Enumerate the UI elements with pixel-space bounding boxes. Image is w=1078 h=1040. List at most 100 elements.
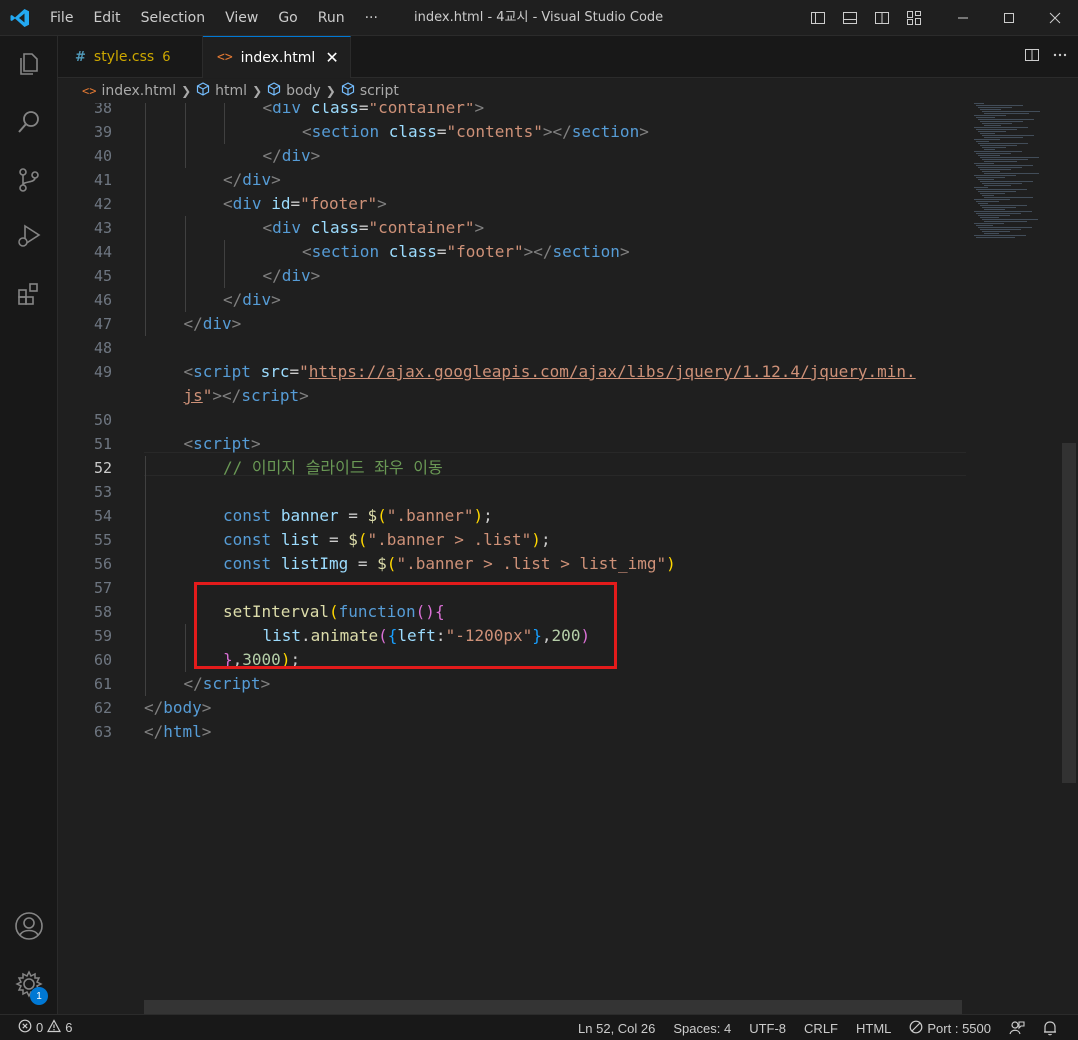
code-token: < <box>183 434 194 453</box>
code-token: section <box>311 242 380 261</box>
code-token: listImg <box>280 554 349 573</box>
code-token: $ <box>367 506 378 525</box>
source-control-icon[interactable] <box>0 156 58 204</box>
breadcrumb-item-script[interactable]: script <box>341 82 399 100</box>
split-editor-icon[interactable] <box>1024 47 1040 67</box>
minimap-line <box>978 131 1006 132</box>
minimap-line <box>982 231 1010 232</box>
code-token: ) <box>473 506 484 525</box>
indentation[interactable]: Spaces: 4 <box>664 1021 740 1036</box>
code-line: <section class="contents"></section> <box>302 120 649 144</box>
code-token: class <box>388 122 437 141</box>
code-token: ></ <box>523 242 553 261</box>
breadcrumb-item-html[interactable]: html <box>196 82 247 100</box>
more-actions-icon[interactable] <box>1052 47 1068 67</box>
code-token: js <box>183 386 203 405</box>
minimap[interactable] <box>972 103 1062 243</box>
minimap-line <box>976 225 993 226</box>
tab-style-css[interactable]: # style.css 6 <box>58 36 203 78</box>
chevron-right-icon: ❯ <box>181 84 192 98</box>
explorer-icon[interactable] <box>0 40 58 88</box>
minimap-line <box>978 179 994 180</box>
minimap-line <box>984 125 1001 126</box>
minimap-line <box>978 119 1034 120</box>
run-and-debug-icon[interactable] <box>0 212 58 260</box>
code-token: < <box>183 362 194 381</box>
code-token: = <box>338 506 368 525</box>
code-token: "container" <box>368 218 475 237</box>
breadcrumb-item-file[interactable]: <> index.html <box>82 83 176 99</box>
line-number: 44 <box>93 243 112 261</box>
line-number: 42 <box>93 195 112 213</box>
code-token: $ <box>377 554 387 573</box>
language-mode[interactable]: HTML <box>847 1021 900 1036</box>
menu-view[interactable]: View <box>215 0 268 36</box>
minimap-line <box>980 145 1017 146</box>
menu-go[interactable]: Go <box>268 0 307 36</box>
code-token: > <box>260 674 271 693</box>
toggle-secondary-sidebar-icon[interactable] <box>866 0 898 36</box>
customize-layout-icon[interactable] <box>898 0 930 36</box>
window-title: index.html - 4교시 - Visual Studio Code <box>414 10 664 25</box>
code-editor[interactable]: 38 39 40 41 42 43 44 45 46 47 48 49 50 51 52 53 54 55 56 57… <box>58 103 1078 1014</box>
code-token: script <box>202 674 261 693</box>
code-token: > <box>271 290 281 309</box>
code-token: body <box>163 698 202 717</box>
code-token: div <box>272 218 302 237</box>
close-tab-icon[interactable]: ✕ <box>325 48 338 67</box>
encoding[interactable]: UTF-8 <box>740 1021 795 1036</box>
minimize-icon[interactable] <box>940 0 986 36</box>
minimap-line <box>984 233 999 234</box>
notifications-bell-icon[interactable] <box>1034 1020 1066 1036</box>
accounts-icon[interactable] <box>0 902 58 950</box>
code-line: </div> <box>263 144 321 168</box>
horizontal-scrollbar[interactable] <box>144 1000 962 1014</box>
minimap-line <box>974 175 1016 176</box>
activity-bar: 1 <box>0 36 58 1014</box>
vertical-scrollbar[interactable] <box>1062 443 1076 783</box>
code-token: section <box>552 242 620 261</box>
menu-selection[interactable]: Selection <box>131 0 216 36</box>
symbol-cube-icon <box>196 82 210 100</box>
problems-indicator[interactable]: 0 6 <box>0 1019 72 1036</box>
code-token: "footer" <box>446 242 524 261</box>
toggle-panel-icon[interactable] <box>834 0 866 36</box>
chevron-right-icon: ❯ <box>252 84 263 98</box>
toggle-primary-sidebar-icon[interactable] <box>802 0 834 36</box>
minimap-line <box>982 207 1016 208</box>
minimap-line <box>984 221 1027 222</box>
close-window-icon[interactable] <box>1032 0 1078 36</box>
minimap-line <box>980 133 995 134</box>
menu-edit[interactable]: Edit <box>83 0 130 36</box>
feedback-icon[interactable] <box>1000 1020 1034 1036</box>
code-area[interactable]: < div class = "container" > <section class="c… <box>144 103 1024 1014</box>
menu-bar: File Edit Selection View Go Run ··· <box>40 0 388 36</box>
code-line: <script src="https://ajax.googleapis.com… <box>184 360 916 384</box>
extensions-icon[interactable] <box>0 270 58 318</box>
code-token: "footer" <box>300 194 378 213</box>
minimap-line <box>974 115 1006 116</box>
indent-guide <box>145 456 146 696</box>
menu-more[interactable]: ··· <box>355 0 388 36</box>
end-of-line[interactable]: CRLF <box>795 1021 847 1036</box>
breadcrumb-item-body[interactable]: body <box>267 82 321 100</box>
code-token: banner <box>280 506 339 525</box>
line-number: 54 <box>93 507 112 525</box>
code-line: </body> <box>144 696 211 720</box>
tab-index-html[interactable]: <> index.html ✕ <box>203 36 351 78</box>
cursor-position[interactable]: Ln 52, Col 26 <box>569 1021 664 1036</box>
menu-run[interactable]: Run <box>308 0 355 36</box>
live-server-port[interactable]: Port : 5500 <box>900 1020 1000 1037</box>
menu-file[interactable]: File <box>40 0 83 36</box>
vscode-logo-icon[interactable] <box>0 0 40 36</box>
code-token: list <box>280 530 320 549</box>
code-token: " <box>299 362 309 381</box>
maximize-icon[interactable] <box>986 0 1032 36</box>
code-token: https://ajax.googleapis.com/ajax/libs/jq… <box>308 362 916 381</box>
code-token: > <box>271 170 281 189</box>
settings-gear-icon[interactable]: 1 <box>0 960 58 1008</box>
search-icon[interactable] <box>0 98 58 146</box>
css-file-icon: # <box>75 49 86 65</box>
